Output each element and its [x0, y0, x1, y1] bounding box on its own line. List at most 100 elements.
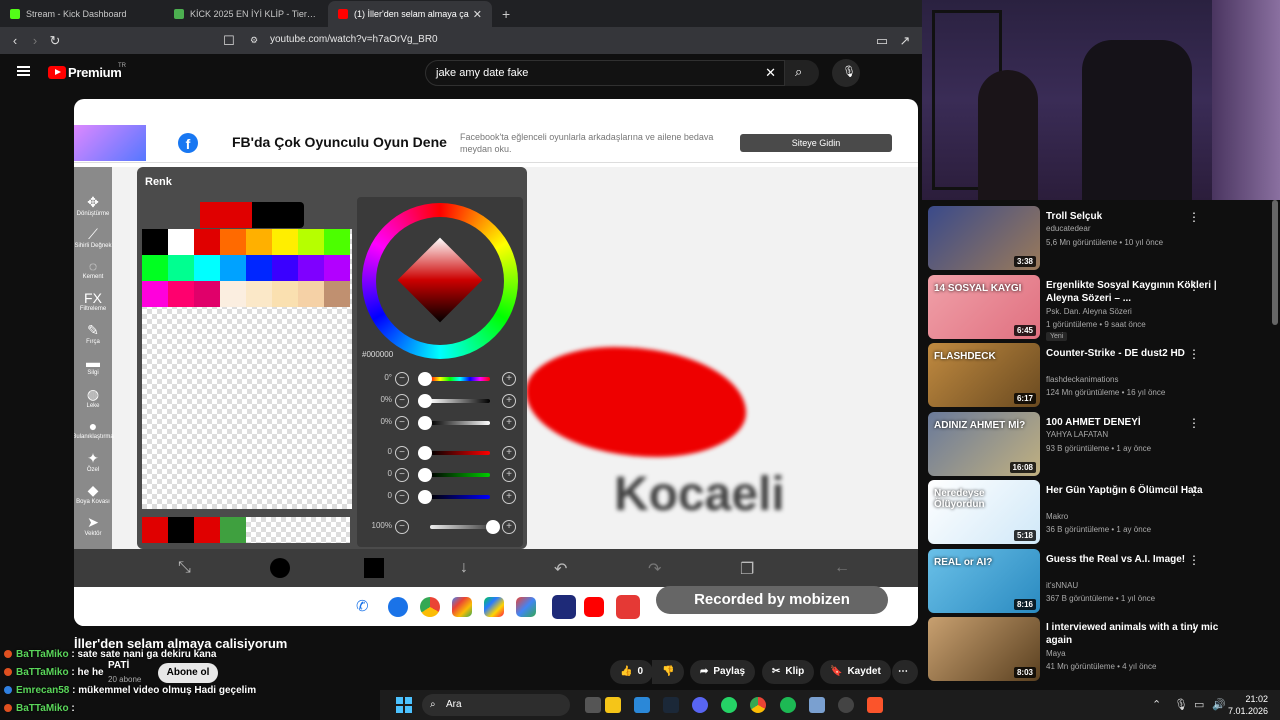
recommendation-channel[interactable]: Makro — [1046, 512, 1068, 521]
recommendation-title[interactable]: Her Gün Yaptığın 6 Ölümcül Hata — [1046, 484, 1246, 497]
color-slider[interactable]: 0− + — [362, 487, 518, 507]
app-icon[interactable] — [809, 697, 825, 713]
back-arrow-icon[interactable]: ← — [834, 559, 850, 577]
slider-track[interactable] — [430, 451, 490, 455]
whatsapp-icon[interactable] — [721, 697, 737, 713]
palette-swatch[interactable] — [324, 281, 350, 307]
ibis-paint-icon[interactable] — [552, 595, 576, 619]
recent-color-swatch[interactable] — [246, 517, 350, 543]
slider-knob[interactable] — [418, 372, 432, 386]
transform-icon[interactable]: ⤡ — [178, 559, 191, 577]
browser-tab-tierlist[interactable]: KİCK 2025 EN İYİ KLİP - Tier List | Kö — [164, 1, 328, 27]
tool-3[interactable]: FX Filtreleme — [74, 285, 112, 317]
recommendation-item[interactable]: 14 SOSYAL KAYGI 6:45 Ergenlikte Sosyal Kay… — [928, 271, 1273, 341]
minus-icon[interactable]: − — [395, 394, 409, 408]
tray-chevron-icon[interactable]: ⌃ — [1152, 698, 1161, 711]
clip-button[interactable]: ✂ Klip — [762, 660, 815, 684]
tool-4[interactable]: ✎ Fırça — [74, 317, 112, 349]
palette-swatch[interactable] — [298, 255, 324, 281]
youtube-logo-icon[interactable] — [48, 66, 66, 79]
slider-knob[interactable] — [418, 416, 432, 430]
volume-icon[interactable]: 🔊 — [1212, 698, 1226, 711]
color-slider[interactable]: 0% − + — [362, 391, 518, 411]
recommendation-item[interactable]: Neredeyse Ölüyordun 5:18 Her Gün Yaptığın … — [928, 476, 1273, 544]
palette-swatch[interactable] — [194, 281, 220, 307]
minus-icon[interactable]: − — [395, 468, 409, 482]
store-icon[interactable] — [634, 697, 650, 713]
tool-7[interactable]: ● Bulanıklaştırma — [74, 413, 114, 445]
more-options-icon[interactable]: ⋮ — [1188, 279, 1200, 293]
palette-swatch[interactable] — [168, 229, 194, 255]
plus-icon[interactable]: + — [502, 416, 516, 430]
slider-knob[interactable] — [418, 490, 432, 504]
recommendation-channel[interactable]: YAHYA LAFATAN — [1046, 430, 1108, 439]
tool-9[interactable]: ◆ Boya Kovası — [74, 477, 112, 509]
recommendation-title[interactable]: Guess the Real vs A.I. Image! — [1046, 553, 1246, 566]
more-options-icon[interactable]: ⋮ — [1188, 484, 1200, 498]
spotify-icon[interactable] — [780, 697, 796, 713]
mobizen-app-icon[interactable] — [616, 595, 640, 619]
color-slider[interactable]: 100% − + — [362, 517, 518, 537]
plus-icon[interactable]: + — [502, 394, 516, 408]
recommendation-channel[interactable]: it'sNNAU — [1046, 581, 1078, 590]
palette-swatch[interactable] — [194, 255, 220, 281]
plus-icon[interactable]: + — [502, 490, 516, 504]
recommendation-item[interactable]: FLASHDECK 6:17 Counter-Strike - DE dust2 H… — [928, 339, 1273, 407]
palette-swatch[interactable] — [324, 229, 350, 255]
chrome-app-icon[interactable] — [420, 597, 440, 617]
palette-swatch[interactable] — [168, 281, 194, 307]
play-store-icon[interactable] — [484, 597, 504, 617]
video-thumbnail[interactable]: 8:03 — [928, 617, 1040, 681]
task-view-icon[interactable] — [585, 697, 601, 713]
file-explorer-icon[interactable] — [605, 697, 621, 713]
palette-swatch[interactable] — [142, 255, 168, 281]
recommendation-item[interactable]: ADINIZ AHMET Mİ? 16:08 100 AHMET DENEYİ YAH… — [928, 408, 1273, 476]
recommendation-channel[interactable]: Psk. Dan. Aleyna Sözeri — [1046, 307, 1132, 316]
plus-icon[interactable]: + — [502, 372, 516, 386]
bookmark-icon[interactable]: ☐ — [219, 33, 239, 49]
color-swatch-icon[interactable] — [364, 558, 384, 578]
palette-swatch[interactable] — [272, 229, 298, 255]
minus-icon[interactable]: − — [395, 446, 409, 460]
palette-swatch[interactable] — [272, 281, 298, 307]
palette-swatch[interactable] — [246, 255, 272, 281]
video-thumbnail[interactable]: REAL or AI? 8:16 — [928, 548, 1040, 613]
reload-icon[interactable]: ↻ — [45, 33, 65, 49]
search-input[interactable]: jake amy date fake ✕ — [425, 60, 785, 86]
recommendation-channel[interactable]: flashdeckanimations — [1046, 375, 1118, 384]
video-thumbnail[interactable]: FLASHDECK 6:17 — [928, 343, 1040, 407]
color-slider[interactable]: 0% − + — [362, 413, 518, 433]
plus-icon[interactable]: + — [502, 520, 516, 534]
menu-icon[interactable] — [17, 66, 30, 76]
recent-color-swatch[interactable] — [194, 517, 220, 543]
recent-color-swatch[interactable] — [168, 517, 194, 543]
recommendations-scrollbar[interactable] — [1272, 200, 1278, 325]
more-options-icon[interactable]: ⋮ — [1188, 416, 1200, 430]
ad-cta-button[interactable]: Siteye Gidin — [740, 134, 892, 152]
download-icon[interactable]: ↓ — [460, 559, 468, 577]
share-page-icon[interactable]: ↗ — [895, 33, 915, 49]
color-slider[interactable]: 0− + — [362, 465, 518, 485]
save-button[interactable]: 🔖 Kaydet — [820, 660, 891, 684]
recommendation-title[interactable]: Counter-Strike - DE dust2 HD — [1046, 347, 1246, 360]
obs-icon[interactable] — [838, 697, 854, 713]
recent-color-swatch[interactable] — [220, 517, 246, 543]
slider-knob[interactable] — [418, 394, 432, 408]
video-thumbnail[interactable]: ADINIZ AHMET Mİ? 16:08 — [928, 411, 1040, 476]
tool-1[interactable]: ⟋ Sihirli Değnek — [74, 221, 112, 253]
recommendation-channel[interactable]: educatedear — [1046, 224, 1090, 233]
palette-swatch[interactable] — [220, 281, 246, 307]
browser-tab-kick[interactable]: Stream - Kick Dashboard — [0, 1, 164, 27]
recommendation-item[interactable]: 8:03 I interviewed animals with a tiny mi… — [928, 613, 1273, 681]
site-info-icon[interactable]: ⚙ — [244, 35, 264, 46]
tool-8[interactable]: ✦ Özel — [74, 445, 112, 477]
search-button[interactable]: ⌕ — [785, 60, 819, 86]
video-thumbnail[interactable]: 3:38 — [928, 206, 1040, 270]
color-slider[interactable]: 0− + — [362, 443, 518, 463]
recommendation-title[interactable]: I interviewed animals with a tiny mic ag… — [1046, 621, 1246, 647]
windows-start-icon[interactable] — [396, 697, 412, 713]
brave-icon[interactable] — [867, 697, 883, 713]
tool-10[interactable]: ➤ Vektör — [74, 509, 112, 541]
phone-app-icon[interactable]: ✆ — [356, 597, 376, 617]
taskbar-search[interactable]: ⌕ Ara — [422, 694, 570, 716]
